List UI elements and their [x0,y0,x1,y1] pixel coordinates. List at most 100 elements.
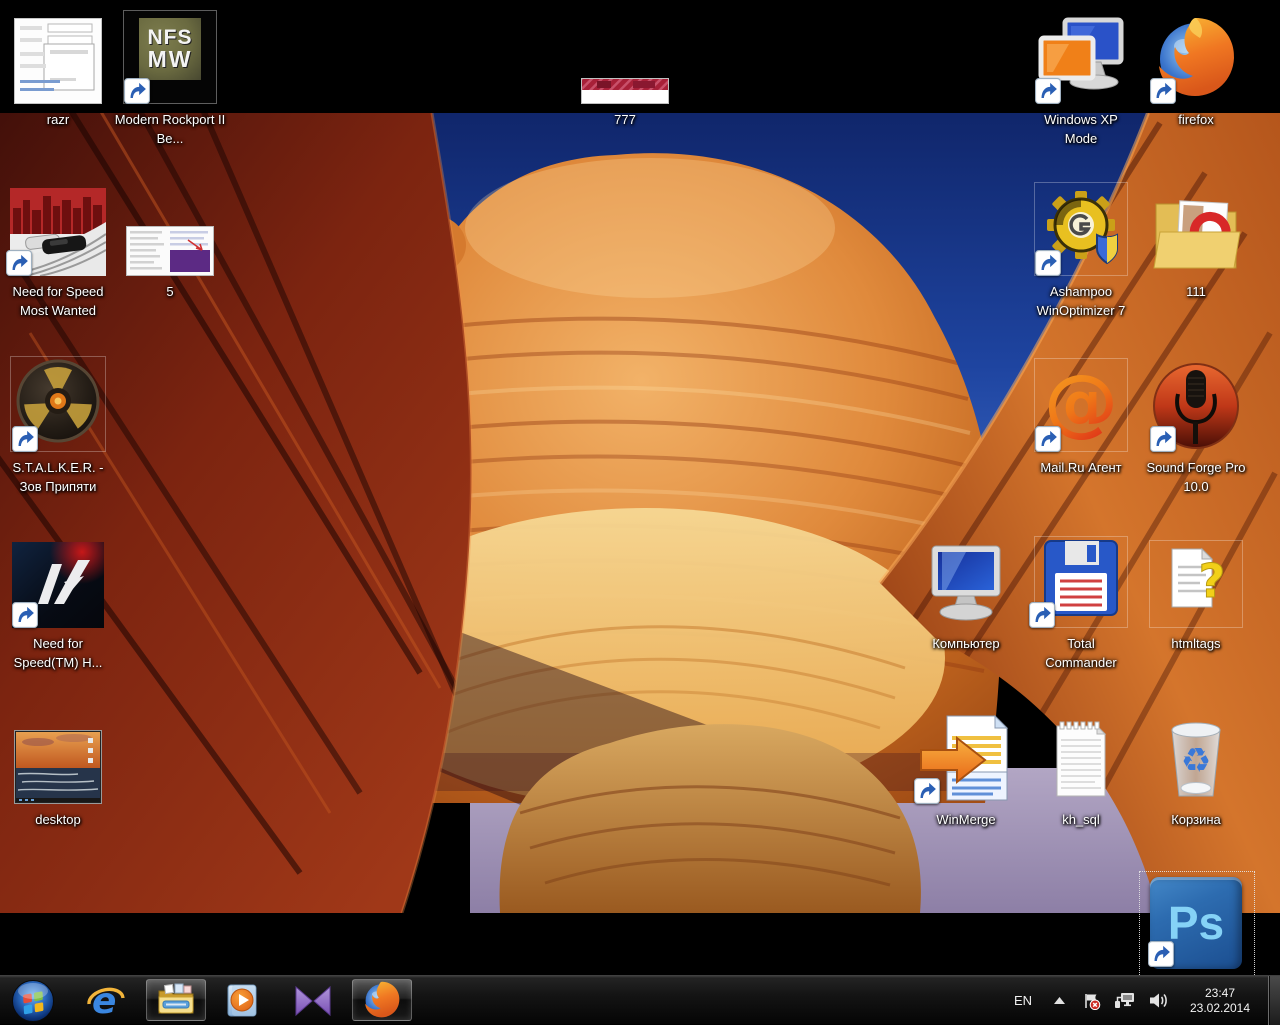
icon-label: firefox [1138,110,1254,129]
razr-thumbnail [0,8,116,104]
svg-text:♻: ♻ [1181,741,1211,781]
dual-monitors-icon [1023,8,1139,104]
ps-logo-text: Ps [1168,896,1224,950]
desktop-icon-nfs-hot-pursuit[interactable]: Need for Speed(TM) H... [0,532,116,672]
merge-documents-icon [908,708,1024,804]
network-status-icon[interactable] [1110,976,1138,1025]
icon-label: Windows XP Mode [1035,110,1127,148]
volume-icon[interactable] [1144,976,1172,1025]
gear-shield-icon [1023,180,1139,276]
graffiti-text-mw: MW [148,48,193,71]
icon-label: Компьютер [908,634,1024,653]
kmplayer-button[interactable] [284,976,342,1025]
shortcut-arrow-icon [6,250,32,276]
clock-time: 23:47 [1205,986,1235,1001]
icon-label: Need for Speed Most Wanted [0,282,116,320]
windows-media-player-button[interactable] [214,976,270,1025]
icon-label: Modern Rockport II Be... [112,110,228,148]
desktop-icon-firefox[interactable]: firefox [1138,8,1254,129]
banner-thumbnail [567,8,683,104]
graffiti-text-nfs: NFS [148,27,193,48]
desktop-icon-111[interactable]: 111 [1138,180,1254,301]
language-indicator[interactable]: EN [1008,976,1038,1025]
icon-label: Sound Forge Pro 10.0 [1138,458,1254,496]
desktop-icon-mailru-agent[interactable]: @ Mail.Ru Агент [1023,356,1139,477]
icon-label: S.T.A.L.K.E.R. - Зов Припяти [0,458,116,496]
internet-explorer-button[interactable]: e [80,976,132,1025]
recycle-bin-icon: ♻ [1138,708,1254,804]
desktop-icon-razr[interactable]: razr [0,8,116,129]
nfs-logo-icon [0,532,116,628]
icon-label: Корзина [1138,810,1254,829]
show-desktop-button[interactable] [1268,976,1280,1025]
document-question-icon: ? [1138,532,1254,628]
icon-label: 5 [112,282,228,301]
shortcut-arrow-icon [1150,426,1176,452]
icon-label: Total Commander [1038,634,1124,672]
desktop-icon-ashampoo-winoptimizer[interactable]: Ashampoo WinOptimizer 7 [1023,180,1139,320]
at-sign-icon: @ [1023,356,1139,452]
shortcut-arrow-icon [1035,426,1061,452]
action-center-flag-icon[interactable] [1078,976,1104,1025]
icon-label: htmltags [1138,634,1254,653]
desktop-icon-sound-forge[interactable]: Sound Forge Pro 10.0 [1138,356,1254,496]
desktop-icon-htmltags[interactable]: ? htmltags [1138,532,1254,653]
desktop-icon-recycle-bin[interactable]: ♻ Корзина [1138,708,1254,829]
shortcut-arrow-icon [914,778,940,804]
start-button[interactable] [6,976,60,1025]
icon-label: Ashampoo WinOptimizer 7 [1023,282,1139,320]
windows-media-player-icon [223,982,261,1020]
desktop-icon-nfs-most-wanted[interactable]: Need for Speed Most Wanted [0,180,116,320]
clock-date: 23.02.2014 [1190,1001,1250,1016]
desktop-icon-777[interactable]: 777 [567,8,683,129]
clock[interactable]: 23:47 23.02.2014 [1174,976,1266,1025]
icon-label: Need for Speed(TM) H... [8,634,108,672]
icon-label: 777 [567,110,683,129]
shortcut-arrow-icon [124,78,150,104]
icon-label: WinMerge [908,810,1024,829]
shortcut-arrow-icon [1035,78,1061,104]
desktop-icon-photoshop[interactable]: Ps [1140,873,1252,969]
shortcut-arrow-icon [1150,78,1176,104]
show-hidden-icons-button[interactable] [1048,976,1070,1025]
kmplayer-icon [293,985,333,1017]
icon-label: Mail.Ru Агент [1023,458,1139,477]
desktop-icon-kh-sql[interactable]: kh_sql [1023,708,1139,829]
firefox-icon [1138,8,1254,104]
windows-explorer-button[interactable] [146,979,206,1021]
nfs-most-wanted-icon [0,180,116,276]
chevron-up-icon [1054,997,1065,1004]
icon-label: kh_sql [1023,810,1139,829]
svg-text:e: e [92,981,116,1021]
desktop-icon-winmerge[interactable]: WinMerge [908,708,1024,829]
computer-monitor-icon [908,532,1024,628]
photoshop-icon: Ps [1140,873,1252,969]
desktop-icon-modern-rockport[interactable]: NFS MW Modern Rockport II Be... [112,8,228,148]
question-mark: ? [1199,554,1226,608]
folder-with-photo-icon [1138,180,1254,276]
radiation-icon [0,356,116,452]
firefox-icon [361,979,403,1021]
firefox-button[interactable] [352,979,412,1021]
floppy-disk-icon [1023,532,1139,628]
icon-label: 111 [1138,282,1254,301]
desktop-icon-stalker[interactable]: S.T.A.L.K.E.R. - Зов Припяти [0,356,116,496]
desktop-icon-windows-xp-mode[interactable]: Windows XP Mode [1023,8,1139,148]
shortcut-arrow-icon [12,602,38,628]
shortcut-arrow-icon [1148,941,1174,967]
system-tray: EN [980,976,1280,1025]
windows-explorer-icon [156,983,196,1017]
nfs-mw-graffiti-thumbnail: NFS MW [112,8,228,104]
desktop-icon-5[interactable]: 5 [112,180,228,301]
desktop: razr NFS MW Modern Rockport II Be... [0,0,1280,975]
internet-explorer-icon: e [85,981,127,1021]
desktop-screenshot-thumbnail [0,708,116,804]
desktop-icon-desktop[interactable]: desktop [0,708,116,829]
desktop-icon-computer[interactable]: Компьютер [908,532,1024,653]
screenshot-thumbnail [112,180,228,276]
desktop-icon-total-commander[interactable]: Total Commander [1023,532,1139,672]
shortcut-arrow-icon [1035,250,1061,276]
shortcut-arrow-icon [12,426,38,452]
notepad-document-icon [1023,708,1139,804]
shortcut-arrow-icon [1029,602,1055,628]
